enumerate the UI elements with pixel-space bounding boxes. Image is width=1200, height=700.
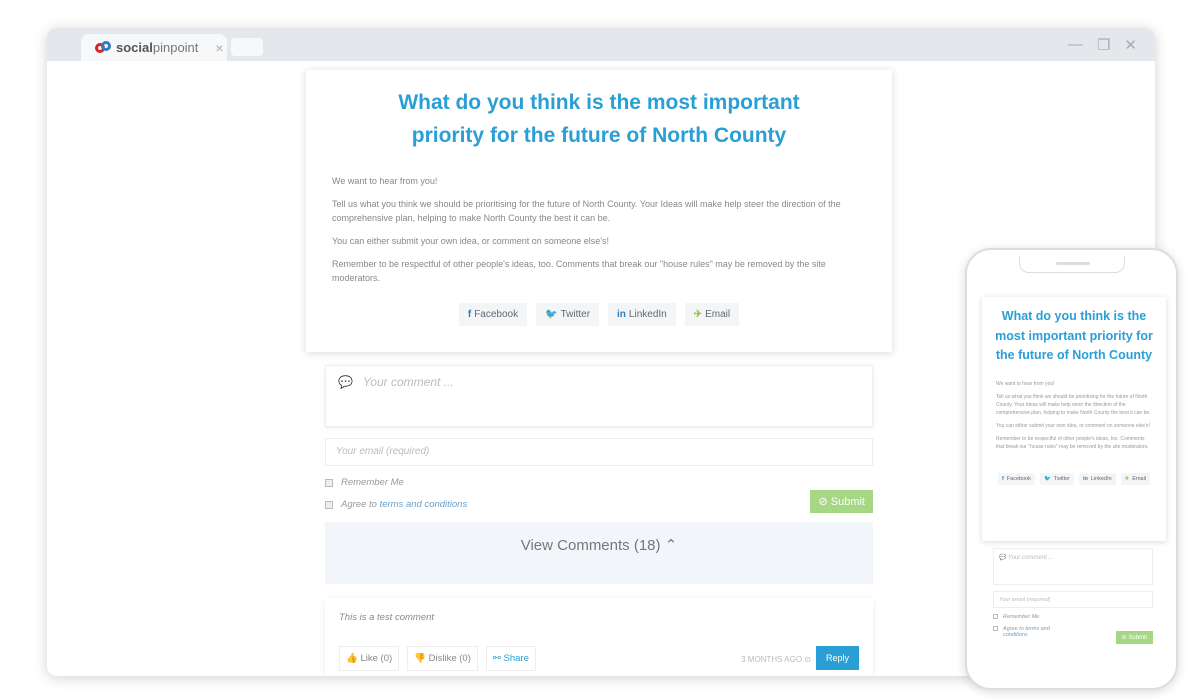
comment-item: This is a test comment 👍 Like (0) 👎 Disl… <box>325 598 873 676</box>
comment-input[interactable]: 💬 Your comment ... <box>993 548 1153 585</box>
email-button[interactable]: ✈ Email <box>1120 472 1151 485</box>
paragraph: We want to hear from you! <box>332 176 438 186</box>
thumbs-up-icon: 👍 <box>346 653 358 664</box>
facebook-icon: f <box>467 309 472 320</box>
submit-button[interactable]: ⊘ Submit <box>810 490 873 513</box>
page-title: What do you think is the most important … <box>398 91 800 147</box>
twitter-icon: 🐦 <box>545 309 558 320</box>
facebook-button[interactable]: f Facebook <box>458 303 528 326</box>
email-input[interactable]: Your email (required) <box>993 591 1153 608</box>
phone-mockup: What do you think is the most important … <box>965 248 1178 690</box>
email-icon: ✈ <box>693 309 703 320</box>
twitter-button[interactable]: 🐦 Twitter <box>536 303 600 326</box>
like-button[interactable]: 👍 Like (0) <box>339 646 400 671</box>
minimize-icon[interactable]: — <box>1068 36 1083 54</box>
mobile-intro-card: What do you think is the most important … <box>982 297 1166 541</box>
share-buttons: f Facebook 🐦 Twitter in LinkedIn ✈ Email <box>306 303 892 326</box>
remember-me-checkbox[interactable]: Remember Me <box>325 477 873 488</box>
intro-card: What do you think is the most important … <box>306 70 892 352</box>
paragraph: We want to hear from you! <box>996 380 1055 387</box>
view-comments-toggle[interactable]: View Comments (18) ⌃ <box>325 522 873 584</box>
chevron-up-icon: ⌃ <box>664 537 678 554</box>
twitter-button[interactable]: 🐦 Twitter <box>1039 472 1074 485</box>
phone-notch <box>1019 256 1125 273</box>
timestamp: 3 MONTHS AGO ⊙ <box>741 655 811 664</box>
tab-close-icon[interactable]: × <box>215 40 223 56</box>
thumbs-down-icon: 👎 <box>414 653 427 664</box>
reply-button[interactable]: Reply <box>815 646 859 670</box>
restore-icon[interactable]: ❐ <box>1097 36 1110 54</box>
share-icon: ⚯ <box>492 653 501 664</box>
email-input[interactable]: Your email (required) <box>325 438 873 466</box>
comment-input[interactable]: 💬 Your comment ... <box>325 365 873 427</box>
tab-bar: socialpinpoint × — ❐ ✕ <box>47 28 1155 61</box>
mobile-page-title: What do you think is the most important … <box>995 309 1153 362</box>
remember-me-checkbox[interactable]: Remember Me <box>993 614 1068 620</box>
linkedin-button[interactable]: in LinkedIn <box>1079 472 1116 485</box>
facebook-button[interactable]: f Facebook <box>997 472 1035 485</box>
speech-bubble-icon: 💬 <box>999 555 1007 561</box>
speech-bubble-icon: 💬 <box>338 375 353 389</box>
close-icon[interactable]: ✕ <box>1124 36 1137 54</box>
dislike-button[interactable]: 👎 Dislike (0) <box>407 646 478 671</box>
intro-text: We want to hear from you! Tell us what y… <box>306 152 892 285</box>
paragraph: Tell us what you think we should be prio… <box>996 393 1151 416</box>
paragraph: Tell us what you think we should be prio… <box>332 199 841 223</box>
paragraph: You can either submit your own idea, or … <box>996 422 1150 429</box>
submit-button[interactable]: ⊘ Submit <box>1115 631 1153 644</box>
linkedin-icon: in <box>617 309 626 320</box>
socialpinpoint-logo-icon <box>95 40 111 55</box>
new-tab-button[interactable] <box>231 38 263 56</box>
agree-terms-checkbox[interactable]: Agree to terms and conditions <box>325 499 873 510</box>
linkedin-button[interactable]: in LinkedIn <box>608 303 676 326</box>
comment-text: This is a test comment <box>339 612 435 623</box>
comment-form: 💬 Your comment ... Your email (required) … <box>325 365 873 676</box>
email-button[interactable]: ✈ Email <box>684 303 740 326</box>
paragraph: Remember to be respectful of other peopl… <box>996 435 1149 450</box>
tab-title: socialpinpoint <box>116 40 199 55</box>
agree-terms-checkbox[interactable]: Agree to terms and conditions <box>993 626 1068 638</box>
browser-tab[interactable]: socialpinpoint × <box>81 34 227 61</box>
mobile-comment-form: 💬 Your comment ... Your email (required)… <box>993 548 1153 644</box>
share-button[interactable]: ⚯ Share <box>485 646 536 671</box>
paragraph: Remember to be respectful of other peopl… <box>332 259 826 283</box>
terms-link[interactable]: terms and conditions <box>380 499 468 510</box>
paragraph: You can either submit your own idea, or … <box>332 236 610 246</box>
clock-icon: ⊙ <box>804 655 811 664</box>
